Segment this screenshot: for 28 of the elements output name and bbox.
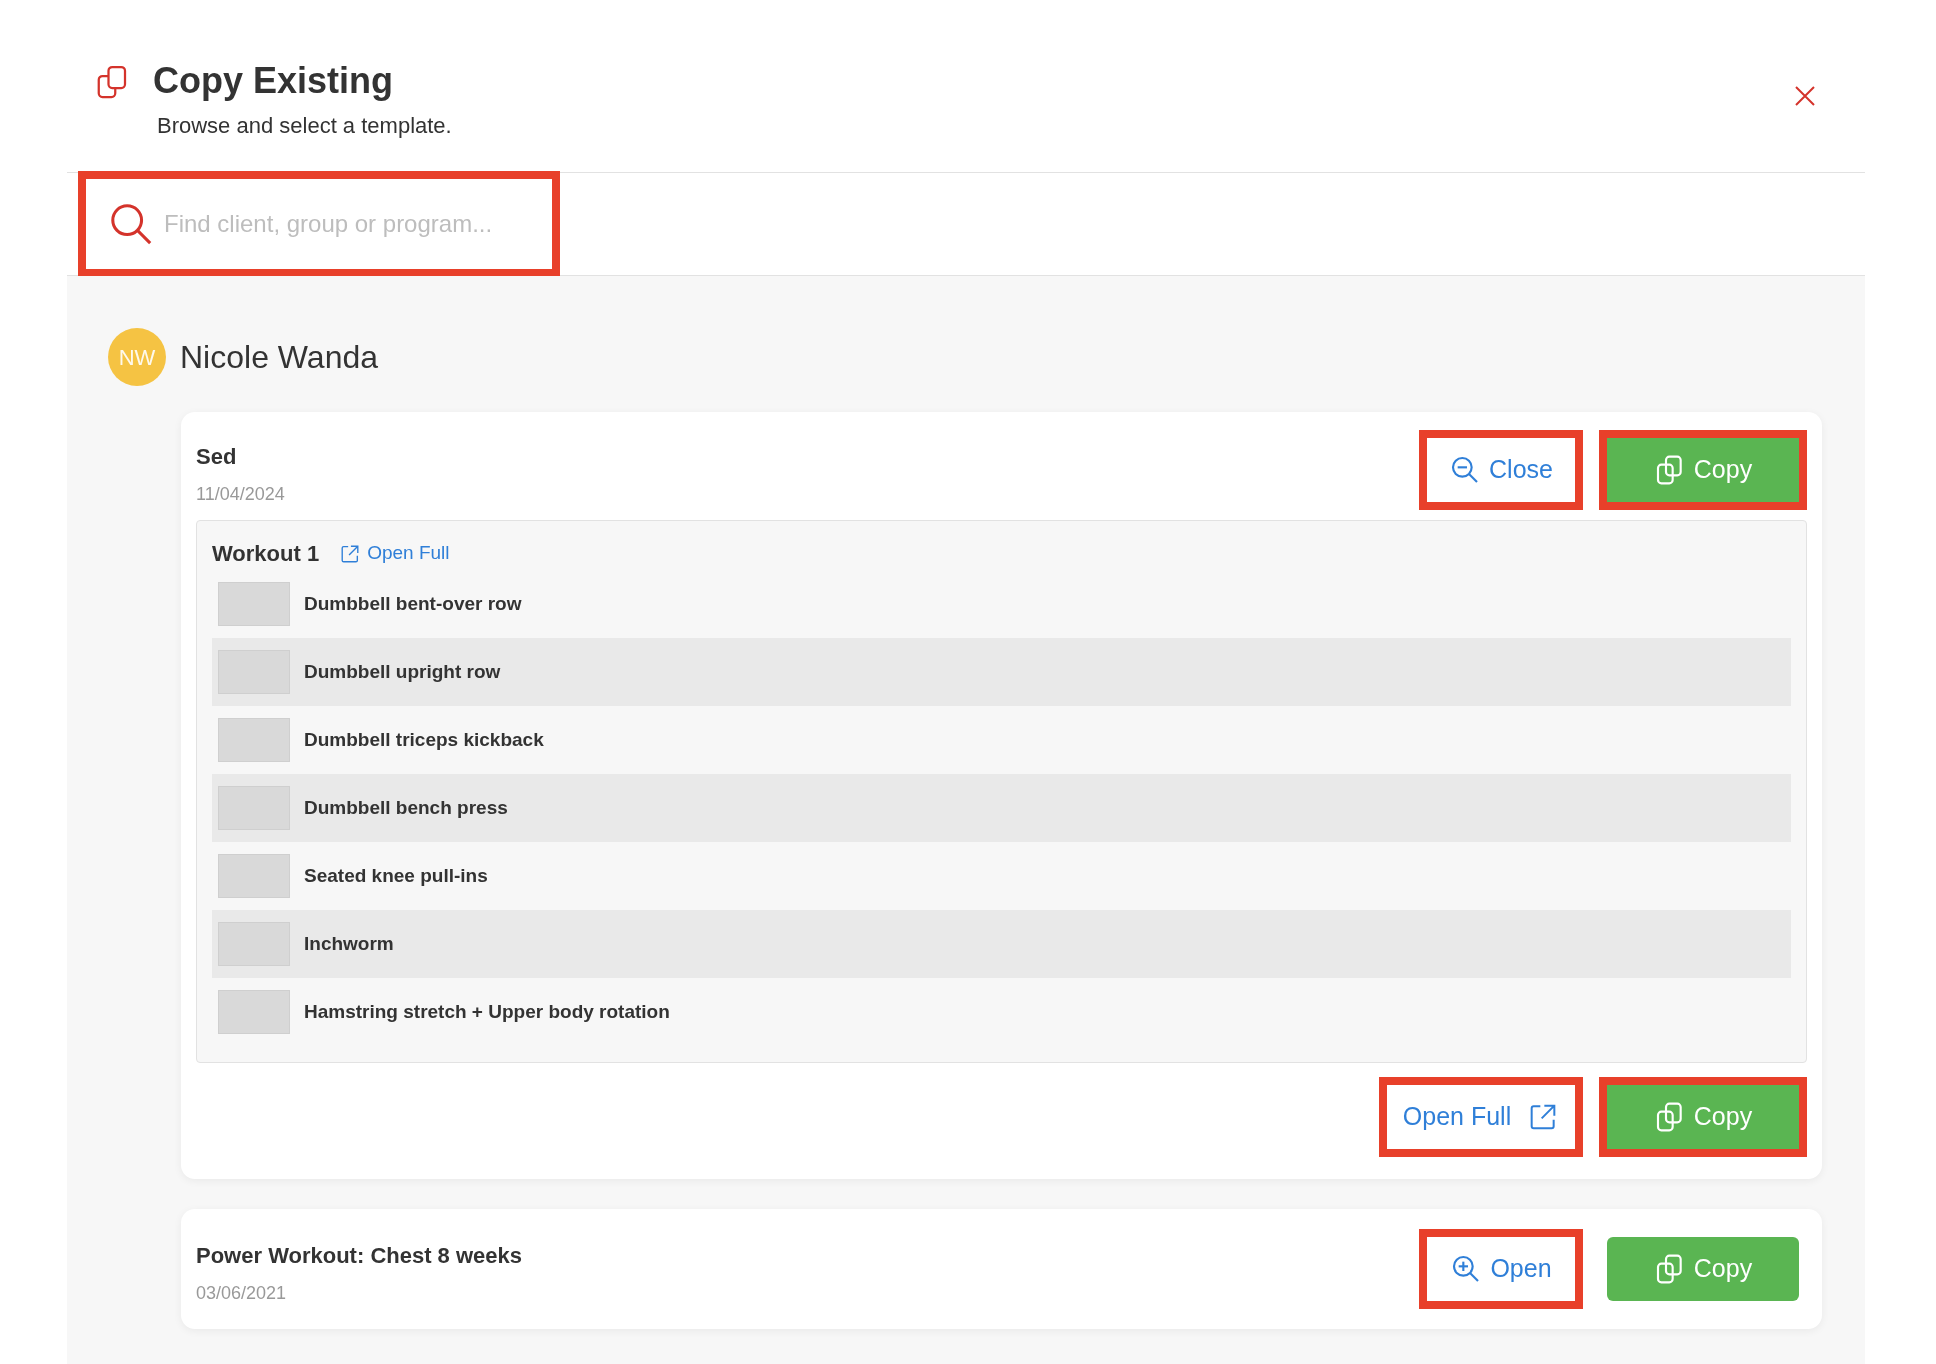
dialog-subtitle: Browse and select a template. <box>157 112 452 140</box>
search-icon <box>108 201 154 247</box>
photo-placeholder <box>218 718 290 762</box>
program-date: 11/04/2024 <box>196 483 285 506</box>
photo-placeholder <box>218 582 290 626</box>
program-title: Sed <box>196 443 238 471</box>
exercise-name[interactable]: Seated knee pull-ins <box>304 861 488 891</box>
exercise-name[interactable]: Dumbbell bench press <box>304 793 508 823</box>
photo-placeholder <box>218 854 290 898</box>
program-date: 03/06/2021 <box>196 1282 288 1305</box>
photo-placeholder <box>218 922 290 966</box>
photo-placeholder <box>218 650 290 694</box>
client-name: Nicole Wanda <box>180 338 378 377</box>
dialog-title: Copy Existing <box>153 59 395 103</box>
program-title: Power Workout: Chest 8 weeks <box>196 1242 522 1270</box>
workout-title: Workout 1 <box>212 540 320 568</box>
exercise-name[interactable]: Hamstring stretch + Upper body rotation <box>304 997 670 1027</box>
exercise-name[interactable]: Dumbbell triceps kickback <box>304 725 544 755</box>
photo-placeholder <box>218 990 290 1034</box>
open-full-link[interactable]: Open Full <box>339 539 450 568</box>
exercise-name[interactable]: Dumbbell upright row <box>304 657 501 687</box>
close-icon[interactable] <box>1793 84 1817 108</box>
photo-placeholder <box>218 786 290 830</box>
exercise-name[interactable]: Inchworm <box>304 929 394 959</box>
exercise-name[interactable]: Dumbbell bent-over row <box>304 589 522 619</box>
search-field[interactable]: Find client, group or program... <box>78 171 560 277</box>
search-input[interactable]: Find client, group or program... <box>164 204 542 244</box>
avatar: NW <box>108 328 166 386</box>
